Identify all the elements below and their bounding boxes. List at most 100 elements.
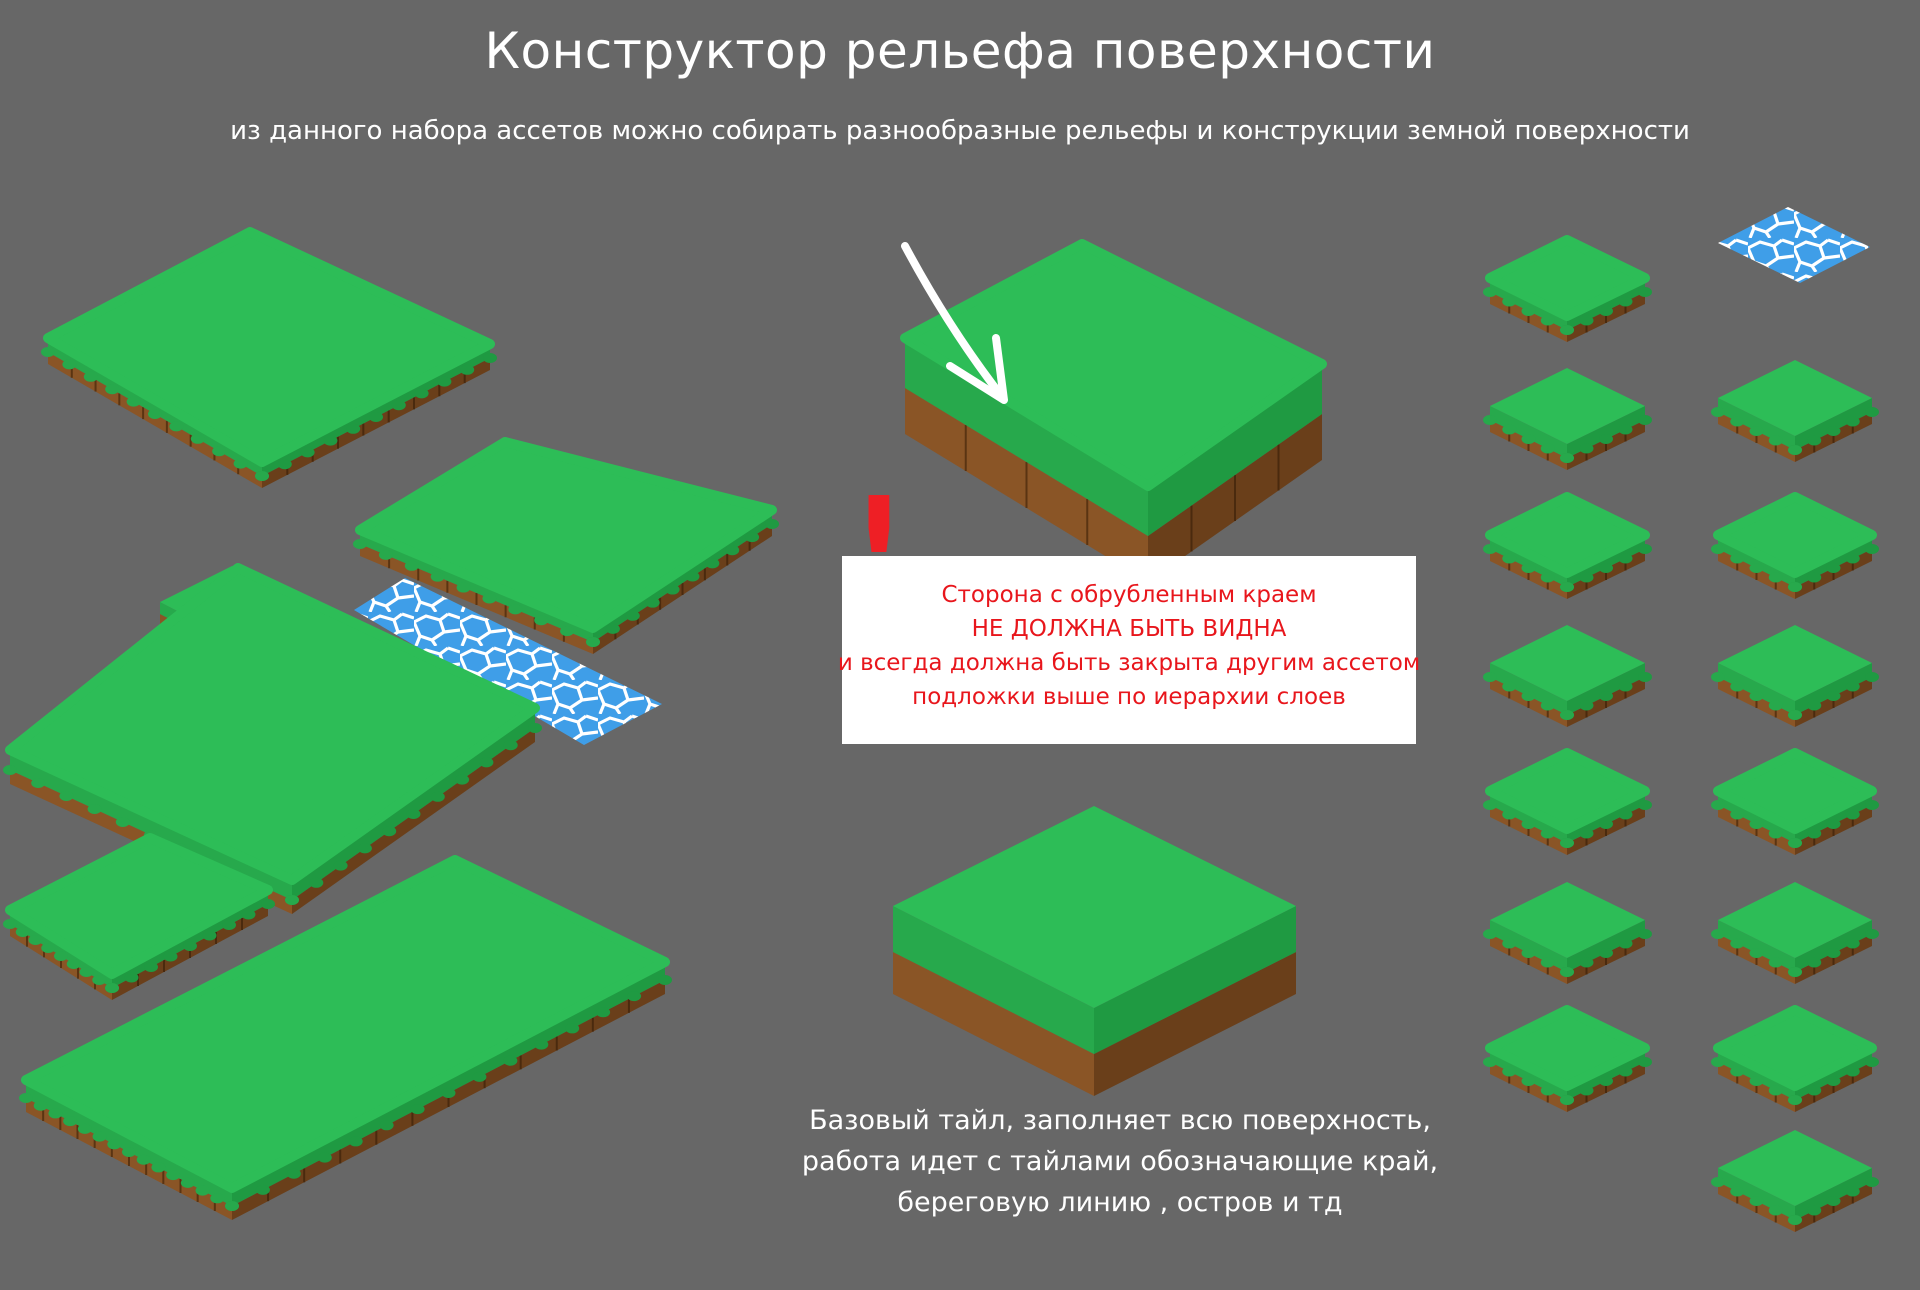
grass-tuft xyxy=(479,757,494,768)
grass-tuft xyxy=(41,347,55,357)
grass-tuft xyxy=(391,400,406,411)
grass-tuft xyxy=(1826,1076,1841,1086)
grass-tuft xyxy=(48,1108,63,1119)
grass-tuft xyxy=(1579,1085,1594,1096)
grass-tuft xyxy=(1711,929,1725,939)
grass-tuft xyxy=(1638,800,1652,810)
grass-tuft xyxy=(122,1147,136,1157)
grass-tuft xyxy=(202,930,217,941)
grass-tuft xyxy=(66,959,81,969)
grass-tuft xyxy=(1826,691,1841,701)
edge-tile-col2-6 xyxy=(1711,882,1879,984)
edge-tile-col2-5 xyxy=(1711,748,1879,855)
grass-tuft xyxy=(430,571,445,582)
grass-tuft xyxy=(1711,672,1725,682)
grass-tuft xyxy=(1865,407,1879,417)
grass-tuft xyxy=(1788,582,1802,592)
grass-tuft xyxy=(1807,1205,1822,1216)
grass-tuft xyxy=(1560,967,1574,977)
grass-tuft xyxy=(1730,809,1745,820)
grass-tuft xyxy=(41,943,56,953)
grass-tuft xyxy=(105,384,120,395)
grass-tuft xyxy=(1865,1057,1879,1067)
grass-tuft xyxy=(63,1116,78,1127)
grass-tuft xyxy=(1618,1066,1633,1077)
grass-tuft xyxy=(1599,819,1613,829)
grass-tuft xyxy=(163,951,178,962)
grass-tuft xyxy=(19,1093,33,1103)
grass-tuft xyxy=(1845,1066,1860,1077)
grass-tuft xyxy=(1502,424,1517,435)
grass-tuft xyxy=(1521,434,1536,444)
warning-line: Сторона с обрубленным краем xyxy=(941,582,1317,608)
grass-tuft xyxy=(1521,563,1536,573)
edge-tile-col1-7 xyxy=(1483,1005,1652,1112)
grass-tuft xyxy=(658,975,672,985)
grass-tuft xyxy=(565,1023,580,1034)
grass-tuft xyxy=(1768,1205,1783,1216)
grass-tuft xyxy=(195,1185,210,1196)
grass-tuft xyxy=(1502,1066,1517,1077)
grass-tuft xyxy=(1483,287,1497,297)
grass-tuft xyxy=(1730,681,1745,692)
grass-tuft xyxy=(460,364,475,375)
grass-tuft xyxy=(379,1120,394,1131)
edge-tile-col2-8 xyxy=(1711,1130,1879,1232)
water-surface xyxy=(1718,207,1870,283)
grass-tuft xyxy=(369,412,383,422)
grass-tuft xyxy=(1730,938,1745,949)
grass-tuft xyxy=(1560,325,1574,335)
grass-tuft xyxy=(1768,1085,1783,1096)
grass-tuft xyxy=(1711,800,1725,810)
grass-tuft xyxy=(210,1193,225,1204)
grass-tuft xyxy=(1711,1057,1725,1067)
grass-tuft xyxy=(1579,572,1594,583)
grass-tuft xyxy=(627,991,642,1002)
grass-tuft xyxy=(1749,563,1764,573)
edge-tile-col2-2 xyxy=(1711,360,1879,462)
grass-tuft xyxy=(503,1055,518,1066)
grass-tuft xyxy=(15,927,30,937)
grass-tuft xyxy=(323,435,338,446)
base-tile-caption: Базовый тайл, заполняет всю поверхность,… xyxy=(770,1100,1470,1223)
grass-tuft xyxy=(151,1162,166,1173)
grass-tuft xyxy=(1807,572,1822,583)
grass-tuft xyxy=(180,1177,195,1188)
grass-tuft xyxy=(1599,1076,1613,1086)
grass-tuft xyxy=(136,1154,151,1165)
grass-tuft xyxy=(1749,426,1764,436)
edge-tile-col1-4 xyxy=(1483,625,1652,727)
grass-tuft xyxy=(92,975,107,985)
grass-tuft xyxy=(1599,563,1613,573)
grass-tuft xyxy=(765,519,779,529)
grass-tuft xyxy=(560,626,575,637)
grass-tuft xyxy=(1865,1177,1879,1187)
grass-tuft xyxy=(1599,691,1613,701)
grass-tuft xyxy=(1807,957,1822,968)
edge-tile-col1-2 xyxy=(1483,368,1652,470)
grass-tuft xyxy=(1618,809,1633,820)
edge-tile-col2-7 xyxy=(1711,1005,1879,1112)
grass-tuft xyxy=(410,1104,425,1115)
grass-tuft xyxy=(1826,1196,1841,1206)
grass-top xyxy=(43,227,495,467)
grass-tuft xyxy=(1711,407,1725,417)
grass-tuft xyxy=(705,558,720,569)
grass-tuft xyxy=(1788,967,1802,977)
grass-tuft xyxy=(1483,929,1497,939)
edge-tile-col2-4 xyxy=(1711,625,1879,727)
grass-tuft xyxy=(1865,800,1879,810)
grass-tuft xyxy=(225,1201,239,1211)
grass-tuft xyxy=(1560,838,1574,848)
grass-tuft xyxy=(1579,315,1594,326)
grass-tuft xyxy=(3,919,17,929)
grass-tuft xyxy=(1768,957,1783,968)
grass-tuft xyxy=(725,545,740,556)
grass-tuft xyxy=(261,899,275,909)
grass-tuft xyxy=(665,584,680,595)
grass-tuft xyxy=(1540,443,1555,454)
grass-tuft xyxy=(255,1184,270,1195)
grass-tuft xyxy=(1807,1085,1822,1096)
grass-tuft xyxy=(1807,435,1822,446)
grass-tuft xyxy=(1845,1186,1860,1197)
